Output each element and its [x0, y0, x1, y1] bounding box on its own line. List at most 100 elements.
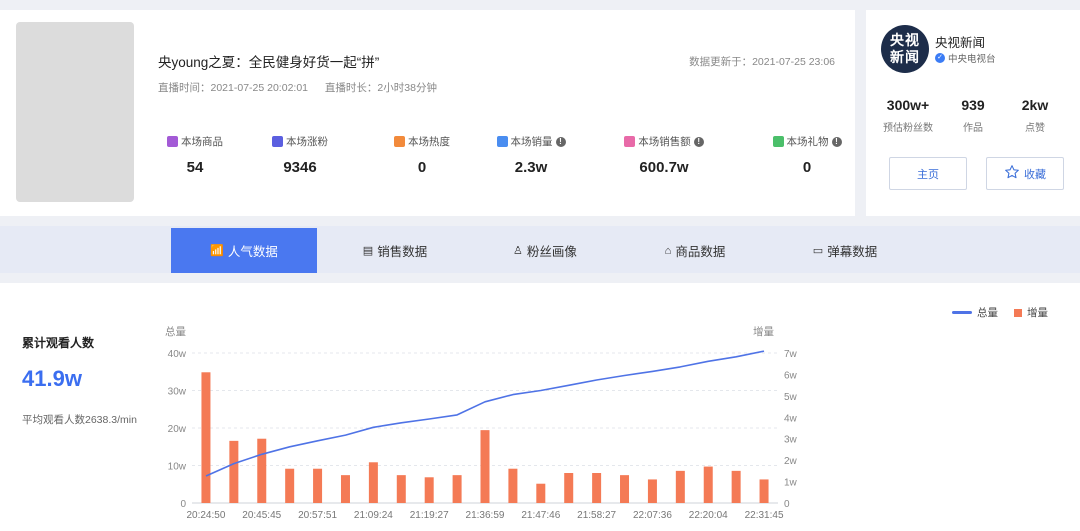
increment-bar[interactable]: [285, 468, 295, 503]
live-meta: 直播时间：2021-07-25 20:02:01 直播时长：2小时38分钟: [158, 80, 451, 95]
left-tick-label: 40w: [168, 349, 187, 360]
increment-bar[interactable]: [564, 473, 574, 503]
anchor-stat-value: 939: [961, 97, 985, 113]
stat-label-row: 本场涨粉: [245, 134, 355, 149]
anchor-stat-fans: 300w+ 预估粉丝数: [878, 97, 938, 134]
anchor-stat-works: 939 作品: [943, 97, 1003, 134]
tab-3[interactable]: ♙ 粉丝画像: [472, 228, 618, 273]
data-tabs: 📶 人气数据 ▤ 销售数据 ♙ 粉丝画像 ⌂ 商品数据 ▭ 弹幕数据: [0, 226, 1080, 273]
increment-bar[interactable]: [229, 440, 239, 503]
right-tick-label: 2w: [784, 456, 798, 467]
x-tick-label: 21:19:27: [410, 510, 449, 521]
stat-bag: 本场商品 54: [140, 134, 250, 176]
fire-icon: [394, 136, 405, 147]
left-tick-label: 20w: [168, 424, 187, 435]
chart-icon: 📶: [210, 245, 224, 257]
home-button-label: 主页: [917, 168, 939, 181]
sales-icon: [496, 136, 508, 147]
stat-label-row: 本场礼物!: [752, 134, 862, 149]
anchor-name[interactable]: 央视新闻: [935, 32, 985, 51]
increment-bar[interactable]: [508, 468, 518, 503]
x-tick-label: 20:45:45: [242, 510, 281, 521]
anchor-stat-label: 作品: [963, 123, 983, 134]
stat-value: 9346: [283, 159, 317, 176]
right-tick-label: 0: [784, 499, 790, 510]
stat-value: 2.3w: [514, 159, 548, 176]
left-tick-label: 30w: [168, 387, 187, 398]
anchor-stat-label: 点赞: [1025, 123, 1045, 134]
increment-bar[interactable]: [452, 475, 462, 503]
stat-money-bag: 本场销售额! 600.7w: [609, 134, 719, 176]
verified-icon: ✓: [935, 53, 945, 63]
tab-label: 人气数据: [227, 245, 278, 259]
increment-bar[interactable]: [201, 372, 211, 503]
increment-bar[interactable]: [536, 483, 546, 503]
info-icon[interactable]: !: [693, 136, 704, 147]
x-tick-label: 21:36:59: [466, 510, 505, 521]
anchor-stat-value: 2kw: [1021, 97, 1049, 113]
info-icon[interactable]: !: [555, 136, 566, 147]
increment-bar[interactable]: [313, 468, 323, 503]
stat-label: 本场涨粉: [286, 136, 328, 148]
shop-icon: ⌂: [664, 244, 672, 257]
increment-bar[interactable]: [759, 479, 769, 503]
increment-bar[interactable]: [396, 475, 406, 503]
live-title: 央young之夏：全民健身好货一起“拼”: [158, 55, 380, 70]
favorite-button[interactable]: 收藏: [986, 157, 1064, 190]
increment-bar[interactable]: [703, 466, 713, 503]
bag-icon: [167, 136, 178, 147]
increment-bar[interactable]: [647, 479, 657, 503]
stat-value: 0: [417, 159, 427, 176]
left-axis-title: 总量: [165, 325, 186, 338]
danmaku-icon: ▭: [812, 245, 824, 257]
x-tick-label: 21:09:24: [354, 510, 393, 521]
live-info-card: 央young之夏：全民健身好货一起“拼” 直播时间：2021-07-25 20:…: [0, 10, 855, 216]
live-cover-image[interactable]: [16, 22, 134, 202]
stat-label: 本场销量: [510, 136, 553, 148]
increment-bar[interactable]: [340, 475, 350, 503]
avatar-text: 央视新闻: [890, 32, 920, 65]
increment-bar[interactable]: [424, 477, 434, 503]
tab-2[interactable]: ▤ 销售数据: [322, 228, 468, 273]
increment-bar[interactable]: [257, 438, 267, 503]
stat-gift: 本场礼物! 0: [752, 134, 862, 176]
tab-4[interactable]: ⌂ 商品数据: [622, 228, 768, 273]
left-tick-label: 0: [180, 499, 186, 510]
money-bag-icon: [624, 136, 636, 147]
sales-doc-icon: ▤: [362, 245, 374, 257]
x-tick-label: 22:31:45: [745, 510, 784, 521]
avatar[interactable]: 央视新闻: [881, 25, 929, 73]
info-icon[interactable]: !: [831, 136, 842, 147]
increment-bar[interactable]: [368, 462, 378, 503]
data-updated-time: 数据更新于：2021-07-25 23:06: [689, 56, 835, 68]
increment-bar[interactable]: [480, 430, 490, 503]
stat-label: 本场热度: [408, 136, 450, 148]
viewers-chart[interactable]: 0 10w 20w 30w 40w 0 1w 2w 3w 4w 5w 6w 7w 总量 增量 20:24:50…: [0, 283, 1080, 531]
right-tick-label: 7w: [784, 349, 798, 360]
right-tick-label: 1w: [784, 478, 798, 489]
stat-value: 54: [186, 159, 204, 176]
live-duration: 直播时长：2小时38分钟: [324, 82, 437, 94]
stat-label-row: 本场商品: [140, 134, 250, 149]
home-button[interactable]: 主页: [889, 157, 967, 190]
anchor-org-label: 中央电视台: [948, 54, 996, 65]
increment-bar[interactable]: [731, 470, 741, 503]
increment-bar[interactable]: [675, 470, 685, 503]
stat-label: 本场商品: [181, 136, 223, 148]
stat-label-row: 本场销售额!: [609, 134, 719, 149]
tab-1[interactable]: 📶 人气数据: [171, 228, 317, 273]
stat-label-row: 本场销量!: [476, 134, 586, 149]
increment-bar[interactable]: [592, 473, 602, 503]
star-icon: [1004, 164, 1020, 183]
user-icon: [272, 136, 283, 147]
anchor-stat-label: 预估粉丝数: [883, 123, 933, 134]
increment-bar[interactable]: [620, 475, 630, 503]
stat-sales: 本场销量! 2.3w: [476, 134, 586, 176]
tab-label: 粉丝画像: [526, 245, 577, 259]
stat-label: 本场销售额: [638, 136, 691, 148]
favorite-button-label: 收藏: [1024, 168, 1046, 181]
tab-5[interactable]: ▭ 弹幕数据: [772, 228, 918, 273]
x-tick-label: 22:07:36: [633, 510, 672, 521]
right-tick-label: 6w: [784, 370, 798, 381]
stat-user: 本场涨粉 9346: [245, 134, 355, 176]
